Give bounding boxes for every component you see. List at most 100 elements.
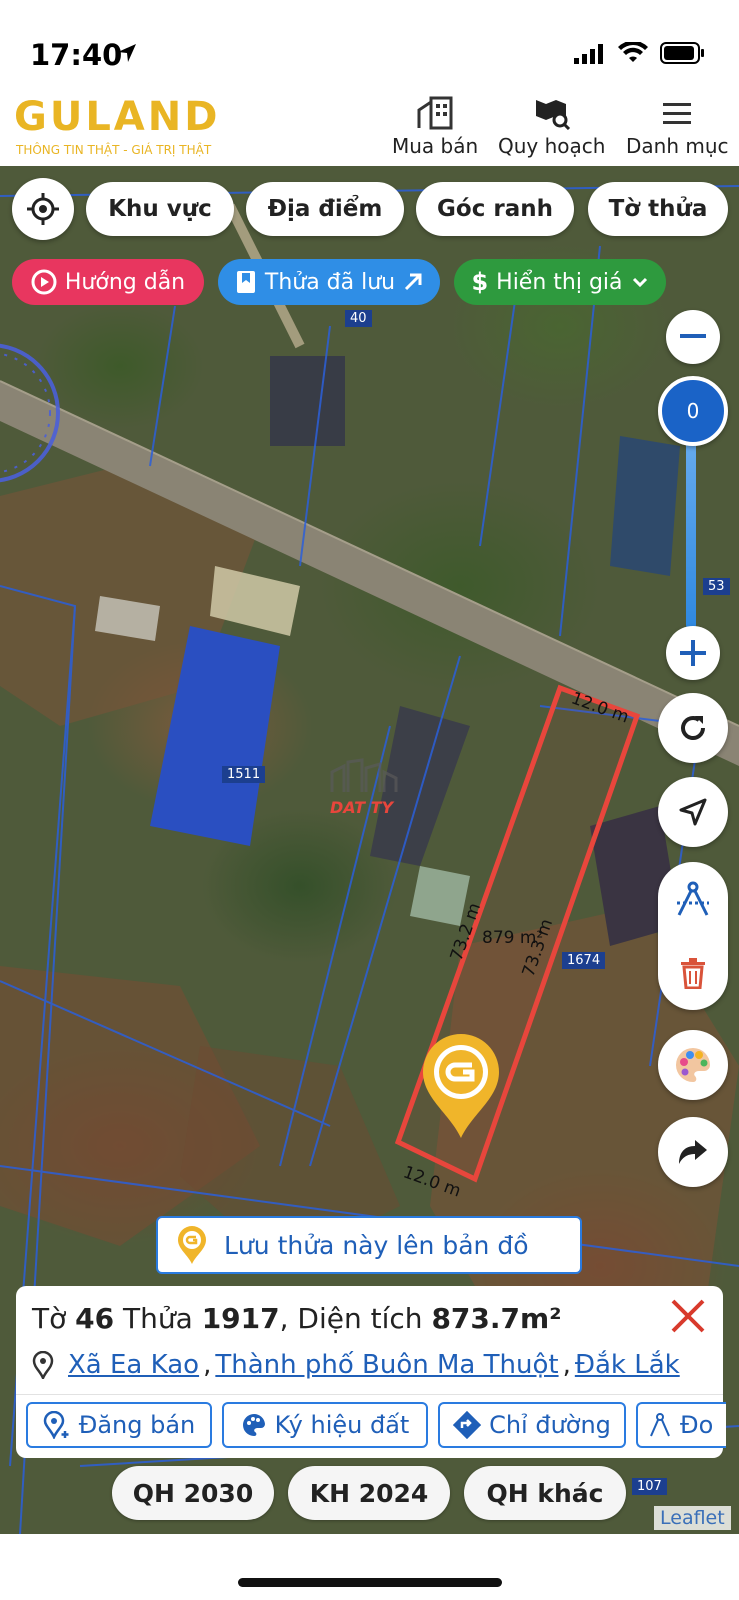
price-label: Hiển thị giá xyxy=(496,269,623,295)
parcel-prefix: Thửa xyxy=(123,1302,193,1335)
zoom-out-button[interactable] xyxy=(666,310,720,364)
locate-me-button[interactable] xyxy=(12,178,74,240)
pin-plus-icon xyxy=(43,1411,69,1439)
commune-link[interactable]: Xã Ea Kao xyxy=(68,1350,199,1380)
directions-button[interactable]: Chỉ đường xyxy=(438,1402,626,1448)
layer-kh-2024-button[interactable]: KH 2024 xyxy=(288,1466,450,1520)
nav-quy-hoach[interactable]: Quy hoạch xyxy=(498,96,605,158)
parcel-area-label: 879 m² xyxy=(482,928,544,948)
zoom-level-badge: 0 xyxy=(658,376,728,446)
compass-measure-icon xyxy=(677,881,709,916)
nav-label: Mua bán xyxy=(392,134,479,158)
guland-pin-icon[interactable] xyxy=(420,1032,502,1140)
measure-tool-group xyxy=(658,862,728,1010)
plot-number-label: 107 xyxy=(632,1478,667,1495)
nav-label: Danh mục xyxy=(626,134,729,158)
share-button[interactable] xyxy=(658,1117,728,1187)
building-icon xyxy=(417,96,453,130)
filter-khu-vuc[interactable]: Khu vực xyxy=(86,182,234,236)
filter-goc-ranh[interactable]: Góc ranh xyxy=(416,182,574,236)
external-arrow-icon xyxy=(405,273,422,291)
sheet-prefix: Tờ xyxy=(32,1302,67,1335)
dollar-icon: $ xyxy=(471,268,489,296)
close-icon[interactable] xyxy=(670,1298,706,1334)
nav-danh-muc[interactable]: Danh mục xyxy=(626,96,729,158)
map-search-icon xyxy=(535,100,570,130)
minus-icon xyxy=(680,334,706,338)
app-header: GULAND THÔNG TIN THẬT - GIÁ TRỊ THẬT Mua… xyxy=(0,88,739,166)
guland-pin-small-icon xyxy=(178,1226,206,1264)
home-bar xyxy=(0,1534,739,1600)
guide-label: Hướng dẫn xyxy=(64,269,186,295)
bookmark-icon xyxy=(236,271,255,293)
filter-to-thua[interactable]: Tờ thửa xyxy=(588,182,728,236)
city-link[interactable]: Thành phố Buôn Ma Thuột xyxy=(215,1350,558,1380)
nav-mua-ban[interactable]: Mua bán xyxy=(392,96,478,158)
plot-number-label: 53 xyxy=(703,578,730,595)
chevron-down-icon xyxy=(632,277,647,288)
share-arrow-icon xyxy=(679,1140,707,1164)
zoom-in-button[interactable] xyxy=(666,626,720,680)
location-arrow-icon xyxy=(118,44,136,62)
plot-number-label: 1511 xyxy=(222,766,266,783)
refresh-button[interactable] xyxy=(658,693,728,763)
delete-button[interactable] xyxy=(658,936,728,1010)
measure-action-button[interactable]: Đo xyxy=(636,1402,726,1448)
zoom-level-value: 0 xyxy=(686,399,700,423)
plus-icon xyxy=(680,640,706,666)
plot-number-label: 40 xyxy=(345,310,372,327)
trash-icon xyxy=(681,958,705,989)
filter-dia-diem[interactable]: Địa điểm xyxy=(246,182,404,236)
measure-button[interactable] xyxy=(658,862,728,936)
parcel-summary: Tờ 46 Thửa 1917, Diện tích 873.7m² xyxy=(32,1302,561,1335)
saved-label: Thửa đã lưu xyxy=(264,269,396,295)
measure-action-label: Đo xyxy=(680,1411,714,1439)
location-pin-icon xyxy=(32,1351,54,1379)
address-sep: , xyxy=(203,1350,212,1380)
sheet-number: 46 xyxy=(75,1302,115,1335)
status-time: 17:40 xyxy=(30,38,123,72)
navigation-arrow-icon xyxy=(679,798,707,826)
watermark-text: DAT TY xyxy=(330,798,394,817)
address-sep: , xyxy=(562,1350,571,1380)
watermark-logo xyxy=(330,758,398,792)
layer-qh-2030-button[interactable]: QH 2030 xyxy=(112,1466,274,1520)
app-tagline: THÔNG TIN THẬT - GIÁ TRỊ THẬT xyxy=(16,143,212,157)
menu-icon xyxy=(663,103,692,124)
post-sale-label: Đăng bán xyxy=(78,1411,196,1439)
home-indicator[interactable] xyxy=(238,1578,502,1587)
plot-number-label: 1674 xyxy=(562,952,606,969)
status-bar: 17:40 xyxy=(0,0,739,88)
province-link[interactable]: Đắk Lắk xyxy=(575,1350,680,1380)
show-price-chip[interactable]: $ Hiển thị giá xyxy=(454,259,666,305)
parcel-address: Xã Ea Kao, Thành phố Buôn Ma Thuột, Đắk … xyxy=(32,1350,680,1380)
battery-icon xyxy=(660,42,704,64)
directions-label: Chỉ đường xyxy=(489,1411,611,1439)
palette-button[interactable] xyxy=(658,1030,728,1100)
play-circle-icon xyxy=(31,269,57,295)
palette-small-icon xyxy=(242,1413,265,1436)
wifi-icon xyxy=(618,42,648,62)
parcel-info-card: Tờ 46 Thửa 1917, Diện tích 873.7m² Xã Ea… xyxy=(16,1286,726,1458)
save-banner-label: Lưu thửa này lên bản đồ xyxy=(224,1230,529,1260)
compass-small-icon xyxy=(650,1413,670,1437)
navigate-button[interactable] xyxy=(658,777,728,847)
leaflet-attribution[interactable]: Leaflet xyxy=(654,1506,731,1530)
card-divider xyxy=(16,1394,723,1395)
palette-icon xyxy=(675,1048,710,1082)
parcel-number: 1917 xyxy=(201,1302,280,1335)
save-parcel-banner[interactable]: Lưu thửa này lên bản đồ xyxy=(156,1216,582,1274)
app-logo[interactable]: GULAND xyxy=(14,94,220,140)
area-prefix: , Diện tích xyxy=(279,1302,423,1335)
directions-icon xyxy=(453,1411,482,1439)
refresh-icon xyxy=(681,716,705,740)
signal-icon xyxy=(574,44,603,64)
nav-label: Quy hoạch xyxy=(498,134,606,158)
saved-plots-chip[interactable]: Thửa đã lưu xyxy=(218,259,440,305)
layer-qh-khac-button[interactable]: QH khác xyxy=(464,1466,626,1520)
area-value: 873.7m² xyxy=(431,1302,562,1335)
post-sale-button[interactable]: Đăng bán xyxy=(26,1402,212,1448)
crosshair-icon xyxy=(27,193,59,225)
guide-chip[interactable]: Hướng dẫn xyxy=(12,259,204,305)
land-symbols-button[interactable]: Ký hiệu đất xyxy=(222,1402,428,1448)
